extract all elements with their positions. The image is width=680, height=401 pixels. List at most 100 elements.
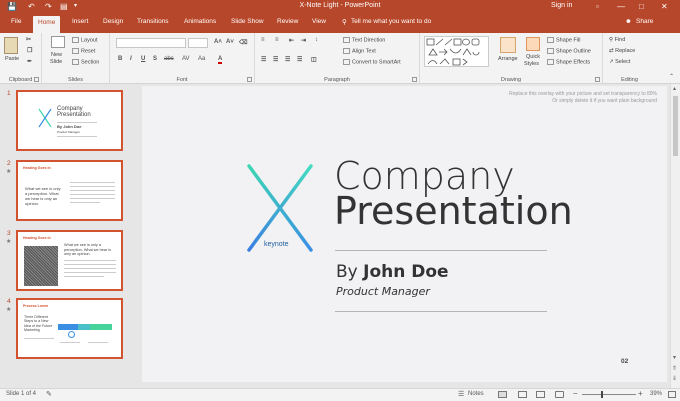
decrease-font-size-icon[interactable]: A˅ <box>226 39 234 45</box>
section-button[interactable]: Section <box>72 59 99 66</box>
arrange-button[interactable]: Arrange <box>498 56 518 63</box>
copy-icon[interactable]: ❐ <box>27 47 32 54</box>
zoom-level[interactable]: 39% <box>650 391 662 397</box>
slide-title-line2[interactable]: Presentation <box>334 192 573 230</box>
group-clipboard: Paste ✂ ❐ ✒ Clipboard <box>0 33 42 84</box>
replace-button[interactable]: ⇄ Replace <box>609 48 635 55</box>
strikethrough-button[interactable]: abc <box>164 56 174 62</box>
tab-animations[interactable]: Animations <box>184 18 216 25</box>
slide-editing-area: Replace this overlay with your picture a… <box>131 84 670 388</box>
tab-slide-show[interactable]: Slide Show <box>231 18 264 25</box>
bold-button[interactable]: B <box>118 56 122 62</box>
decrease-indent-icon[interactable]: ⇤ <box>289 37 294 44</box>
format-painter-icon[interactable]: ✒ <box>27 58 32 65</box>
zoom-slider-track[interactable] <box>582 394 636 395</box>
slide-thumbnail-4[interactable]: Process Lorem Three Different Steps to a… <box>16 298 123 359</box>
quick-styles-icon[interactable] <box>526 37 540 51</box>
reset-button[interactable]: Reset <box>72 48 95 55</box>
shape-fill-button[interactable]: Shape Fill <box>547 37 580 44</box>
tell-me-search[interactable]: Tell me what you want to do <box>351 18 431 25</box>
paste-icon[interactable] <box>4 37 18 54</box>
change-case-button[interactable]: Aa <box>198 56 205 62</box>
close-icon[interactable]: ✕ <box>661 2 668 11</box>
align-right-icon[interactable]: ☰ <box>285 56 290 63</box>
clear-formatting-icon[interactable]: ⌫ <box>239 39 247 46</box>
paragraph-launcher-icon[interactable] <box>412 77 417 82</box>
numbering-icon[interactable]: ≡ <box>275 37 279 43</box>
slide-counter[interactable]: Slide 1 of 4 <box>6 391 36 397</box>
character-spacing-button[interactable]: AV <box>182 56 190 62</box>
align-left-icon[interactable]: ☰ <box>261 56 266 63</box>
font-family-dropdown[interactable] <box>116 38 186 48</box>
zoom-in-icon[interactable]: + <box>638 389 643 398</box>
scroll-up-icon[interactable]: ▴ <box>673 85 676 92</box>
paste-button[interactable]: Paste <box>5 56 19 63</box>
tab-home[interactable]: Home <box>33 16 61 33</box>
sign-in-link[interactable]: Sign in <box>551 2 572 9</box>
spell-check-icon[interactable]: ✎ <box>46 390 52 398</box>
scroll-thumb[interactable] <box>673 96 678 156</box>
slide-show-icon[interactable] <box>555 391 564 398</box>
reading-view-icon[interactable] <box>536 391 545 398</box>
slide-thumbnail-1[interactable]: Company Presentation By John Doe Product… <box>16 90 123 151</box>
increase-indent-icon[interactable]: ⇥ <box>301 37 306 44</box>
cut-icon[interactable]: ✂ <box>26 36 31 43</box>
collapse-ribbon-icon[interactable]: ⌃ <box>669 73 674 80</box>
author-line[interactable]: By John Doe <box>336 262 449 282</box>
layout-button[interactable]: Layout <box>72 37 98 44</box>
slide-thumbnail-3[interactable]: Heading Goes In What we see is only a pe… <box>16 230 123 291</box>
quick-styles-button-line2[interactable]: Styles <box>524 61 539 68</box>
line-spacing-icon[interactable]: ↕ <box>315 37 318 43</box>
quick-styles-button[interactable]: Quick <box>526 54 540 61</box>
zoom-out-icon[interactable]: − <box>573 389 578 398</box>
previous-slide-icon[interactable]: ⇑ <box>672 365 677 372</box>
font-color-button[interactable]: A <box>218 56 223 64</box>
shape-effects-button[interactable]: Shape Effects <box>547 59 590 66</box>
tab-insert[interactable]: Insert <box>72 18 88 25</box>
find-button[interactable]: ⚲ Find <box>609 37 625 44</box>
align-center-icon[interactable]: ☰ <box>273 56 278 63</box>
convert-to-smartart-button[interactable]: Convert to SmartArt <box>343 59 401 66</box>
slide-sorter-icon[interactable] <box>518 391 527 398</box>
bullets-icon[interactable]: ≡ <box>261 37 265 43</box>
slide-canvas[interactable]: Replace this overlay with your picture a… <box>142 86 667 382</box>
tab-transitions[interactable]: Transitions <box>137 18 169 25</box>
slide-thumbnail-2[interactable]: Heading Goes In What we see is only a pe… <box>16 160 123 221</box>
notes-button[interactable]: Notes <box>468 391 484 397</box>
underline-button[interactable]: U <box>141 56 145 62</box>
text-direction-button[interactable]: Text Direction <box>343 37 385 44</box>
share-button[interactable]: Share <box>636 18 653 25</box>
tab-file[interactable]: File <box>11 18 21 25</box>
columns-icon[interactable]: ◫ <box>311 56 317 63</box>
drawing-launcher-icon[interactable] <box>595 77 600 82</box>
justify-icon[interactable]: ☰ <box>297 56 302 63</box>
increase-font-size-icon[interactable]: A˄ <box>214 39 222 45</box>
maximize-icon[interactable]: □ <box>639 2 644 11</box>
font-size-dropdown[interactable] <box>188 38 208 48</box>
shapes-gallery[interactable] <box>424 36 489 67</box>
italic-button[interactable]: I <box>130 56 132 62</box>
thumbnail-number: 1 <box>7 90 11 97</box>
scroll-down-icon[interactable]: ▾ <box>673 354 676 361</box>
tab-design[interactable]: Design <box>103 18 123 25</box>
author-role[interactable]: Product Manager <box>336 285 430 298</box>
fit-slide-icon[interactable] <box>668 391 676 398</box>
zoom-slider-thumb[interactable] <box>601 391 603 398</box>
shape-outline-button[interactable]: Shape Outline <box>547 48 591 55</box>
new-slide-button-line2[interactable]: Slide <box>50 59 62 66</box>
text-shadow-button[interactable]: S <box>153 56 157 62</box>
new-slide-button[interactable]: New <box>51 52 62 59</box>
vertical-scrollbar[interactable]: ▴ ▾ ⇑ ⇓ <box>670 84 680 388</box>
new-slide-icon[interactable] <box>51 36 65 48</box>
select-button[interactable]: ↗ Select <box>609 59 630 66</box>
normal-view-icon[interactable] <box>498 391 507 398</box>
tab-review[interactable]: Review <box>277 18 298 25</box>
ribbon-display-options-icon[interactable]: ▫ <box>596 2 599 11</box>
tab-view[interactable]: View <box>312 18 326 25</box>
clipboard-launcher-icon[interactable] <box>34 77 39 82</box>
next-slide-icon[interactable]: ⇓ <box>672 375 677 382</box>
font-launcher-icon[interactable] <box>247 77 252 82</box>
align-text-button[interactable]: Align Text <box>343 48 376 55</box>
arrange-icon[interactable] <box>500 37 516 53</box>
minimize-icon[interactable]: — <box>617 2 625 11</box>
